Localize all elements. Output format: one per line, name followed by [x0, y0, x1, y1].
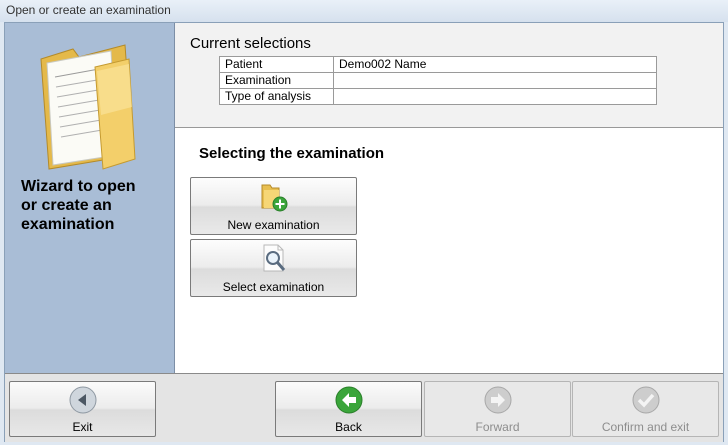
current-selections-panel: Current selections Patient Demo002 Name …: [175, 23, 723, 128]
new-folder-icon: [261, 184, 288, 212]
examination-label: Examination: [219, 72, 334, 89]
back-button[interactable]: Back: [275, 381, 422, 437]
wizard-title: Wizard to open or create an examination: [21, 178, 136, 233]
wizard-footer: Exit Back Forward Confirm and exit: [5, 373, 723, 442]
forward-label: Forward: [475, 420, 520, 434]
search-document-icon: [263, 244, 286, 272]
section-title: Selecting the examination: [199, 145, 385, 162]
new-examination-label: New examination: [227, 218, 320, 232]
wizard-sidebar: Wizard to open or create an examination: [5, 23, 175, 373]
exit-button[interactable]: Exit: [9, 381, 156, 437]
patient-label: Patient: [219, 56, 334, 73]
wizard-window: Wizard to open or create an examination …: [4, 22, 724, 442]
checkmark-icon: [632, 386, 660, 414]
left-arrow-icon: [69, 386, 97, 414]
current-selections-heading: Current selections: [190, 35, 311, 52]
type-of-analysis-label: Type of analysis: [219, 88, 334, 105]
exit-label: Exit: [72, 420, 93, 434]
back-arrow-icon: [335, 386, 363, 414]
select-examination-label: Select examination: [222, 280, 325, 294]
confirm-and-exit-label: Confirm and exit: [601, 420, 690, 434]
table-row: Type of analysis: [219, 88, 657, 105]
confirm-and-exit-button[interactable]: Confirm and exit: [572, 381, 719, 437]
table-row: Patient Demo002 Name: [219, 56, 657, 73]
window-title: Open or create an examination: [0, 0, 728, 22]
table-row: Examination: [219, 72, 657, 89]
select-examination-button[interactable]: Select examination: [190, 239, 357, 297]
wizard-content: Current selections Patient Demo002 Name …: [175, 23, 723, 373]
forward-arrow-icon: [484, 386, 512, 414]
selections-table: Patient Demo002 Name Examination Type of…: [219, 56, 657, 105]
new-examination-button[interactable]: New examination: [190, 177, 357, 235]
forward-button[interactable]: Forward: [424, 381, 571, 437]
patient-value: Demo002 Name: [333, 56, 657, 73]
type-of-analysis-value: [333, 88, 657, 105]
examination-value: [333, 72, 657, 89]
folder-icon: [40, 44, 136, 170]
back-label: Back: [335, 420, 362, 434]
